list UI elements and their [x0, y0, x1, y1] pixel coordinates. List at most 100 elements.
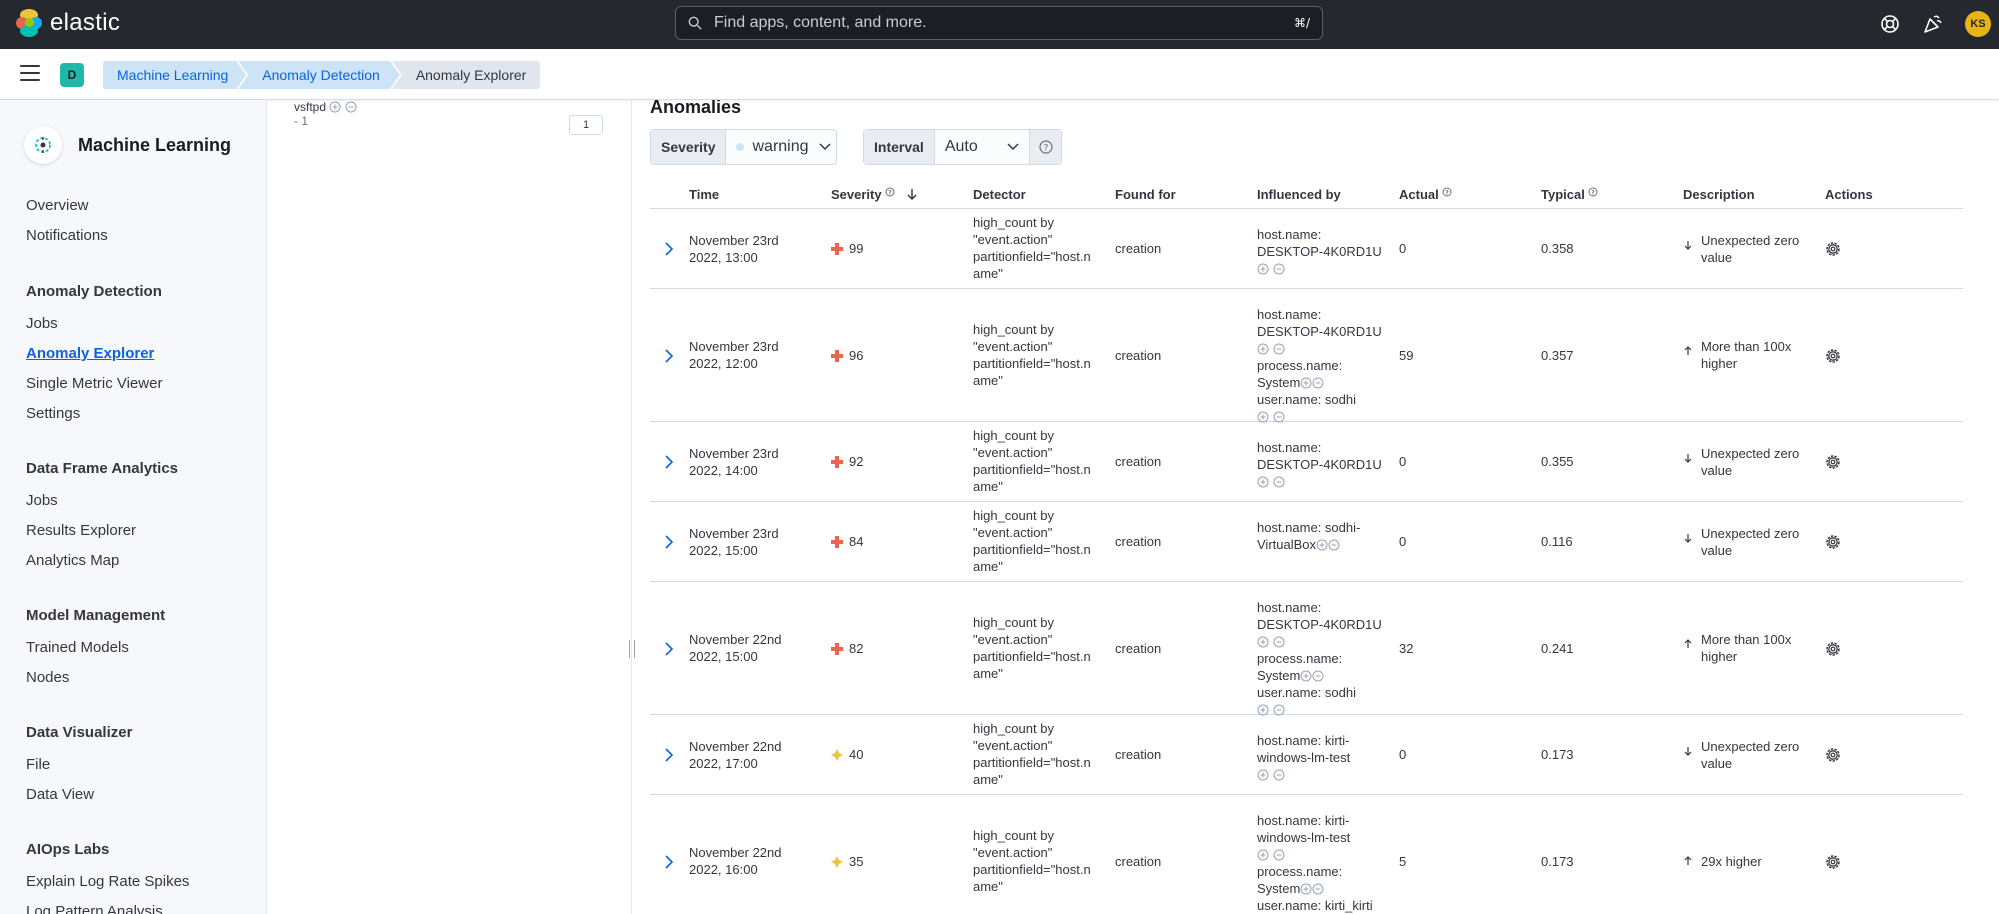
help-icon[interactable] — [1879, 13, 1901, 35]
filter-for-value-icon[interactable] — [1257, 343, 1269, 355]
interval-help-icon[interactable]: ? — [1029, 130, 1061, 164]
filter-out-value-icon[interactable] — [1312, 883, 1324, 895]
expand-row-icon[interactable] — [663, 242, 675, 256]
severity-critical-icon — [831, 642, 843, 655]
table-row[interactable]: November 23rd 2022, 12:00 96 high_count by "… — [650, 289, 1963, 423]
column-severity[interactable]: Severity ? — [831, 187, 919, 202]
filter-out-value-icon[interactable] — [1273, 769, 1285, 781]
table-row[interactable]: November 22nd 2022, 17:00 40 high_count by "… — [650, 715, 1963, 795]
typical-cell: 0.173 — [1541, 853, 1574, 869]
expand-row-icon[interactable] — [663, 348, 675, 363]
filter-out-value-icon[interactable] — [1273, 411, 1285, 423]
filter-for-value-icon[interactable] — [1257, 263, 1269, 275]
expand-row-icon[interactable] — [663, 748, 675, 762]
actual-cell: 0 — [1399, 534, 1407, 550]
filter-out-value-icon[interactable] — [1312, 377, 1324, 389]
nav-settings[interactable]: Settings — [26, 405, 80, 422]
influencer-line: windows-lm-test — [1257, 749, 1350, 766]
gear-icon[interactable] — [1823, 639, 1843, 659]
filter-for-value-icon[interactable] — [1300, 377, 1312, 389]
filter-for-value-icon[interactable] — [1300, 883, 1312, 895]
expand-row-icon[interactable] — [663, 455, 675, 469]
gear-icon[interactable] — [1823, 452, 1843, 472]
nav-overview[interactable]: Overview — [26, 197, 89, 214]
table-row[interactable]: November 23rd 2022, 15:00 84 high_count by "… — [650, 502, 1963, 582]
nav-results-explorer[interactable]: Results Explorer — [26, 522, 136, 539]
filter-out-value-icon[interactable] — [1273, 343, 1285, 355]
global-search[interactable]: ⌘/ — [675, 6, 1323, 40]
elastic-logo[interactable]: elastic — [16, 9, 120, 37]
column-time[interactable]: Time — [689, 187, 719, 202]
column-influenced-by[interactable]: Influenced by — [1257, 187, 1341, 202]
gear-icon[interactable] — [1823, 239, 1843, 259]
column-typical[interactable]: Typical ? — [1541, 187, 1598, 202]
actual-cell: 0 — [1399, 454, 1407, 470]
filter-for-value-icon[interactable] — [1257, 636, 1269, 648]
filter-for-value-icon[interactable] — [1316, 539, 1328, 551]
space-avatar[interactable]: D — [60, 63, 84, 87]
cell-line: Unexpected zero — [1701, 232, 1800, 248]
nav-dfa-jobs[interactable]: Jobs — [26, 492, 58, 509]
filter-for-value-icon[interactable] — [1300, 670, 1312, 682]
column-detector[interactable]: Detector — [973, 187, 1026, 202]
gear-icon[interactable] — [1823, 745, 1843, 765]
table-row[interactable]: November 23rd 2022, 13:00 99 high_count by "… — [650, 209, 1963, 289]
nav-group-model-management: Model Management — [26, 607, 166, 624]
table-row[interactable]: November 22nd 2022, 16:00 35 high_count by "… — [650, 795, 1963, 914]
gear-icon[interactable] — [1823, 532, 1843, 552]
filter-for-value-icon[interactable] — [1257, 769, 1269, 781]
filter-out-value-icon[interactable] — [1273, 263, 1285, 275]
nav-file[interactable]: File — [26, 756, 50, 773]
detector-cell: high_count by "event.action" partitionfiel… — [973, 427, 1091, 495]
filter-for-value-icon[interactable] — [1257, 849, 1269, 861]
column-found-for[interactable]: Found for — [1115, 187, 1176, 202]
nav-ad-jobs[interactable]: Jobs — [26, 315, 58, 332]
interval-select-label: Interval — [864, 130, 935, 164]
table-row[interactable]: November 22nd 2022, 15:00 82 high_count by "… — [650, 582, 1963, 716]
nav-explain-log-rate-spikes[interactable]: Explain Log Rate Spikes — [26, 873, 189, 890]
influencer-line: System — [1257, 374, 1382, 391]
filter-out-value-icon[interactable] — [1312, 670, 1324, 682]
chevron-down-icon — [1007, 143, 1019, 151]
nav-analytics-map[interactable]: Analytics Map — [26, 552, 119, 569]
gear-icon[interactable] — [1823, 852, 1843, 872]
nav-single-metric-viewer[interactable]: Single Metric Viewer — [26, 375, 162, 392]
search-input[interactable] — [714, 14, 1294, 32]
expand-row-icon[interactable] — [663, 854, 675, 869]
influencer: process.name: System — [1257, 863, 1373, 897]
nav-group-anomaly-detection: Anomaly Detection — [26, 283, 162, 300]
filter-out-value-icon[interactable] — [1273, 636, 1285, 648]
filter-out-value-icon[interactable] — [1273, 704, 1285, 716]
nav-trained-models[interactable]: Trained Models — [26, 639, 129, 656]
table-row[interactable]: November 23rd 2022, 14:00 92 high_count by "… — [650, 422, 1963, 502]
severity-score: 96 — [849, 347, 864, 363]
description-cell: 29x higher — [1683, 853, 1762, 870]
expand-row-icon[interactable] — [663, 641, 675, 656]
interval-select[interactable]: Interval Auto ? — [863, 129, 1062, 165]
gear-icon[interactable] — [1823, 346, 1843, 366]
nav-notifications[interactable]: Notifications — [26, 227, 108, 244]
column-actual[interactable]: Actual ? — [1399, 187, 1452, 202]
nav-data-view[interactable]: Data View — [26, 786, 94, 803]
filter-out-value-icon[interactable] — [1273, 849, 1285, 861]
column-description[interactable]: Description — [1683, 187, 1755, 202]
filter-for-value-icon[interactable] — [329, 101, 341, 113]
filter-for-value-icon[interactable] — [1257, 476, 1269, 488]
sort-descending-icon[interactable] — [905, 187, 919, 201]
menu-toggle-icon[interactable] — [20, 65, 40, 83]
newsfeed-icon[interactable] — [1922, 13, 1944, 35]
severity-select[interactable]: Severity warning — [650, 129, 837, 165]
influencer-text: host.name: kirti- — [1257, 812, 1350, 828]
filter-out-value-icon[interactable] — [1328, 539, 1340, 551]
filter-for-value-icon[interactable] — [1257, 411, 1269, 423]
nav-nodes[interactable]: Nodes — [26, 669, 69, 686]
filter-out-value-icon[interactable] — [345, 101, 357, 113]
filter-for-value-icon[interactable] — [1257, 704, 1269, 716]
nav-log-pattern-analysis[interactable]: Log Pattern Analysis — [26, 903, 163, 914]
expand-row-icon[interactable] — [663, 535, 675, 549]
nav-anomaly-explorer[interactable]: Anomaly Explorer — [26, 345, 154, 362]
breadcrumb-machine-learning[interactable]: Machine Learning — [103, 61, 246, 89]
breadcrumb-anomaly-detection[interactable]: Anomaly Detection — [238, 61, 400, 89]
filter-out-value-icon[interactable] — [1273, 476, 1285, 488]
user-avatar[interactable]: KS — [1965, 11, 1991, 37]
